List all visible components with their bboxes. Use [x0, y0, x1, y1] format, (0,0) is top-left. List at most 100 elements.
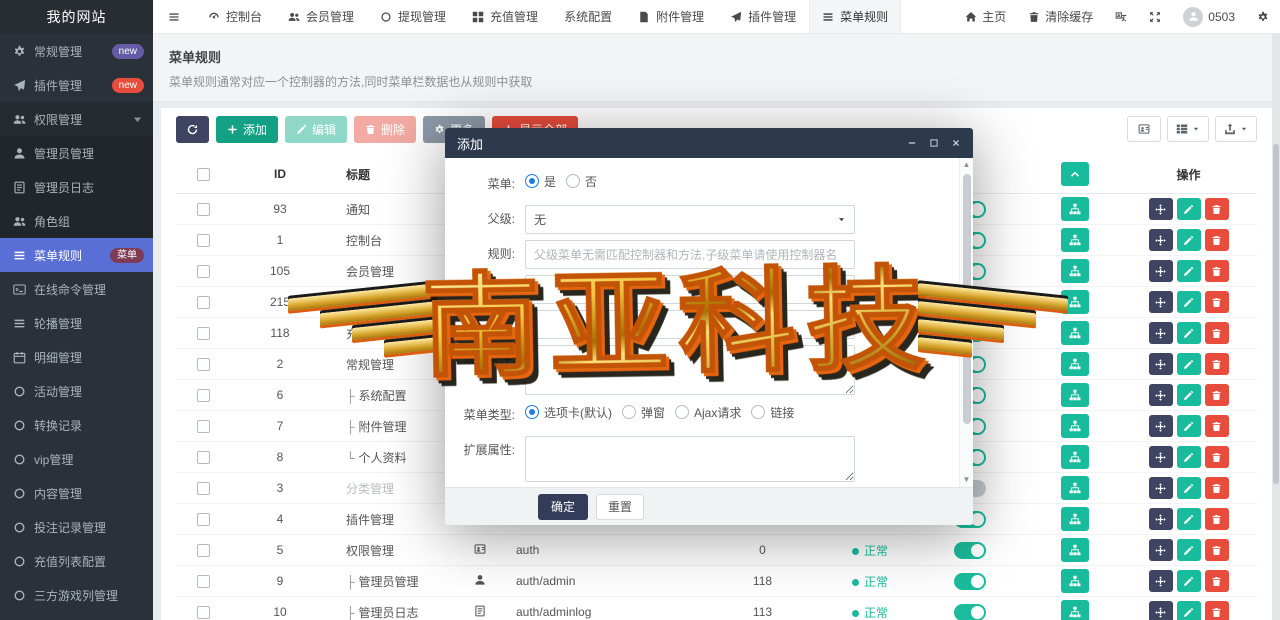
sitemap-button[interactable]: [1061, 507, 1089, 531]
sitemap-button[interactable]: [1061, 538, 1089, 562]
row-checkbox[interactable]: [197, 358, 210, 371]
edit-row-button[interactable]: [1177, 446, 1201, 468]
scroll-down-icon[interactable]: ▼: [960, 474, 973, 486]
language-button[interactable]: [1104, 0, 1138, 34]
edit-row-button[interactable]: [1177, 477, 1201, 499]
status-toggle[interactable]: [954, 542, 986, 559]
sidebar-item-9[interactable]: 内容管理: [0, 476, 153, 510]
parent-select[interactable]: 无: [525, 205, 855, 234]
sitemap-button[interactable]: [1061, 290, 1089, 314]
scrollbar-thumb[interactable]: [963, 174, 971, 424]
edit-row-button[interactable]: [1177, 291, 1201, 313]
export-button[interactable]: [1215, 116, 1257, 142]
edit-row-button[interactable]: [1177, 353, 1201, 375]
tab-6[interactable]: 插件管理: [717, 0, 809, 33]
refresh-button[interactable]: [176, 116, 209, 143]
row-checkbox[interactable]: [197, 203, 210, 216]
sidebar-item-3[interactable]: 在线命令管理: [0, 272, 153, 306]
tab-2[interactable]: 提现管理: [367, 0, 459, 33]
tab-0[interactable]: 控制台: [195, 0, 275, 33]
delete-row-button[interactable]: [1205, 322, 1229, 344]
status-toggle[interactable]: [954, 573, 986, 590]
radio-type-ajax[interactable]: [675, 405, 689, 419]
drag-button[interactable]: [1149, 570, 1173, 592]
user-menu[interactable]: 0503: [1172, 0, 1246, 34]
sitemap-button[interactable]: [1061, 321, 1089, 345]
sitemap-button[interactable]: [1061, 259, 1089, 283]
drag-button[interactable]: [1149, 229, 1173, 251]
radio-type-dialog[interactable]: [622, 405, 636, 419]
sitemap-button[interactable]: [1061, 476, 1089, 500]
drag-button[interactable]: [1149, 322, 1173, 344]
edit-row-button[interactable]: [1177, 229, 1201, 251]
delete-row-button[interactable]: [1205, 260, 1229, 282]
sidebar-item-4[interactable]: 轮播管理: [0, 306, 153, 340]
dialog-scrollbar[interactable]: ▲ ▼: [959, 158, 973, 487]
sidebar-item-2-2[interactable]: 角色组: [0, 204, 153, 238]
edit-row-button[interactable]: [1177, 539, 1201, 561]
sidebar-item-2[interactable]: 权限管理: [0, 102, 153, 136]
row-checkbox[interactable]: [197, 451, 210, 464]
sidebar-item-12[interactable]: 三方游戏列管理: [0, 578, 153, 612]
edit-row-button[interactable]: [1177, 384, 1201, 406]
collapse-all-button[interactable]: [1061, 162, 1089, 186]
delete-row-button[interactable]: [1205, 446, 1229, 468]
drag-button[interactable]: [1149, 601, 1173, 620]
sitemap-button[interactable]: [1061, 228, 1089, 252]
covered-input[interactable]: [525, 310, 855, 339]
sitemap-button[interactable]: [1061, 383, 1089, 407]
row-checkbox[interactable]: [197, 234, 210, 247]
close-icon[interactable]: [951, 138, 961, 148]
delete-row-button[interactable]: [1205, 384, 1229, 406]
delete-row-button[interactable]: [1205, 415, 1229, 437]
sitemap-button[interactable]: [1061, 445, 1089, 469]
sidebar-toggle-button[interactable]: [153, 0, 195, 33]
title-input[interactable]: [525, 275, 855, 304]
sitemap-button[interactable]: [1061, 197, 1089, 221]
sidebar-item-11[interactable]: 充值列表配置: [0, 544, 153, 578]
drag-button[interactable]: [1149, 353, 1173, 375]
row-checkbox[interactable]: [197, 513, 210, 526]
sidebar-item-7[interactable]: 转换记录: [0, 408, 153, 442]
sitemap-button[interactable]: [1061, 600, 1089, 620]
edit-row-button[interactable]: [1177, 198, 1201, 220]
tab-1[interactable]: 会员管理: [275, 0, 367, 33]
confirm-button[interactable]: 确定: [538, 494, 588, 520]
sidebar-item-10[interactable]: 投注记录管理: [0, 510, 153, 544]
delete-row-button[interactable]: [1205, 539, 1229, 561]
sidebar-item-2-1[interactable]: 管理员日志: [0, 170, 153, 204]
row-checkbox[interactable]: [197, 265, 210, 278]
maximize-icon[interactable]: [929, 138, 939, 148]
edit-row-button[interactable]: [1177, 570, 1201, 592]
row-checkbox[interactable]: [197, 420, 210, 433]
view-toggle-button[interactable]: [1127, 116, 1161, 142]
minimize-icon[interactable]: [907, 138, 917, 148]
select-all-checkbox[interactable]: [197, 168, 210, 181]
drag-button[interactable]: [1149, 508, 1173, 530]
delete-row-button[interactable]: [1205, 601, 1229, 620]
columns-button[interactable]: [1167, 116, 1209, 142]
sidebar-item-0[interactable]: 常规管理new: [0, 34, 153, 68]
clear-cache-link[interactable]: 清除缓存: [1017, 0, 1104, 34]
tab-5[interactable]: 附件管理: [625, 0, 717, 33]
condition-textarea[interactable]: [525, 345, 855, 395]
edit-button[interactable]: 编辑: [285, 116, 347, 143]
drag-button[interactable]: [1149, 291, 1173, 313]
page-scrollbar[interactable]: [1272, 34, 1280, 620]
row-checkbox[interactable]: [197, 482, 210, 495]
sidebar-item-5[interactable]: 明细管理: [0, 340, 153, 374]
edit-row-button[interactable]: [1177, 415, 1201, 437]
page-scrollbar-thumb[interactable]: [1273, 144, 1279, 484]
drag-button[interactable]: [1149, 415, 1173, 437]
row-checkbox[interactable]: [197, 544, 210, 557]
add-button[interactable]: 添加: [216, 116, 278, 143]
drag-button[interactable]: [1149, 446, 1173, 468]
drag-button[interactable]: [1149, 477, 1173, 499]
ext-textarea[interactable]: [525, 436, 855, 482]
delete-row-button[interactable]: [1205, 353, 1229, 375]
sitemap-button[interactable]: [1061, 569, 1089, 593]
delete-row-button[interactable]: [1205, 229, 1229, 251]
edit-row-button[interactable]: [1177, 508, 1201, 530]
sidebar-item-8[interactable]: vip管理: [0, 442, 153, 476]
delete-row-button[interactable]: [1205, 291, 1229, 313]
